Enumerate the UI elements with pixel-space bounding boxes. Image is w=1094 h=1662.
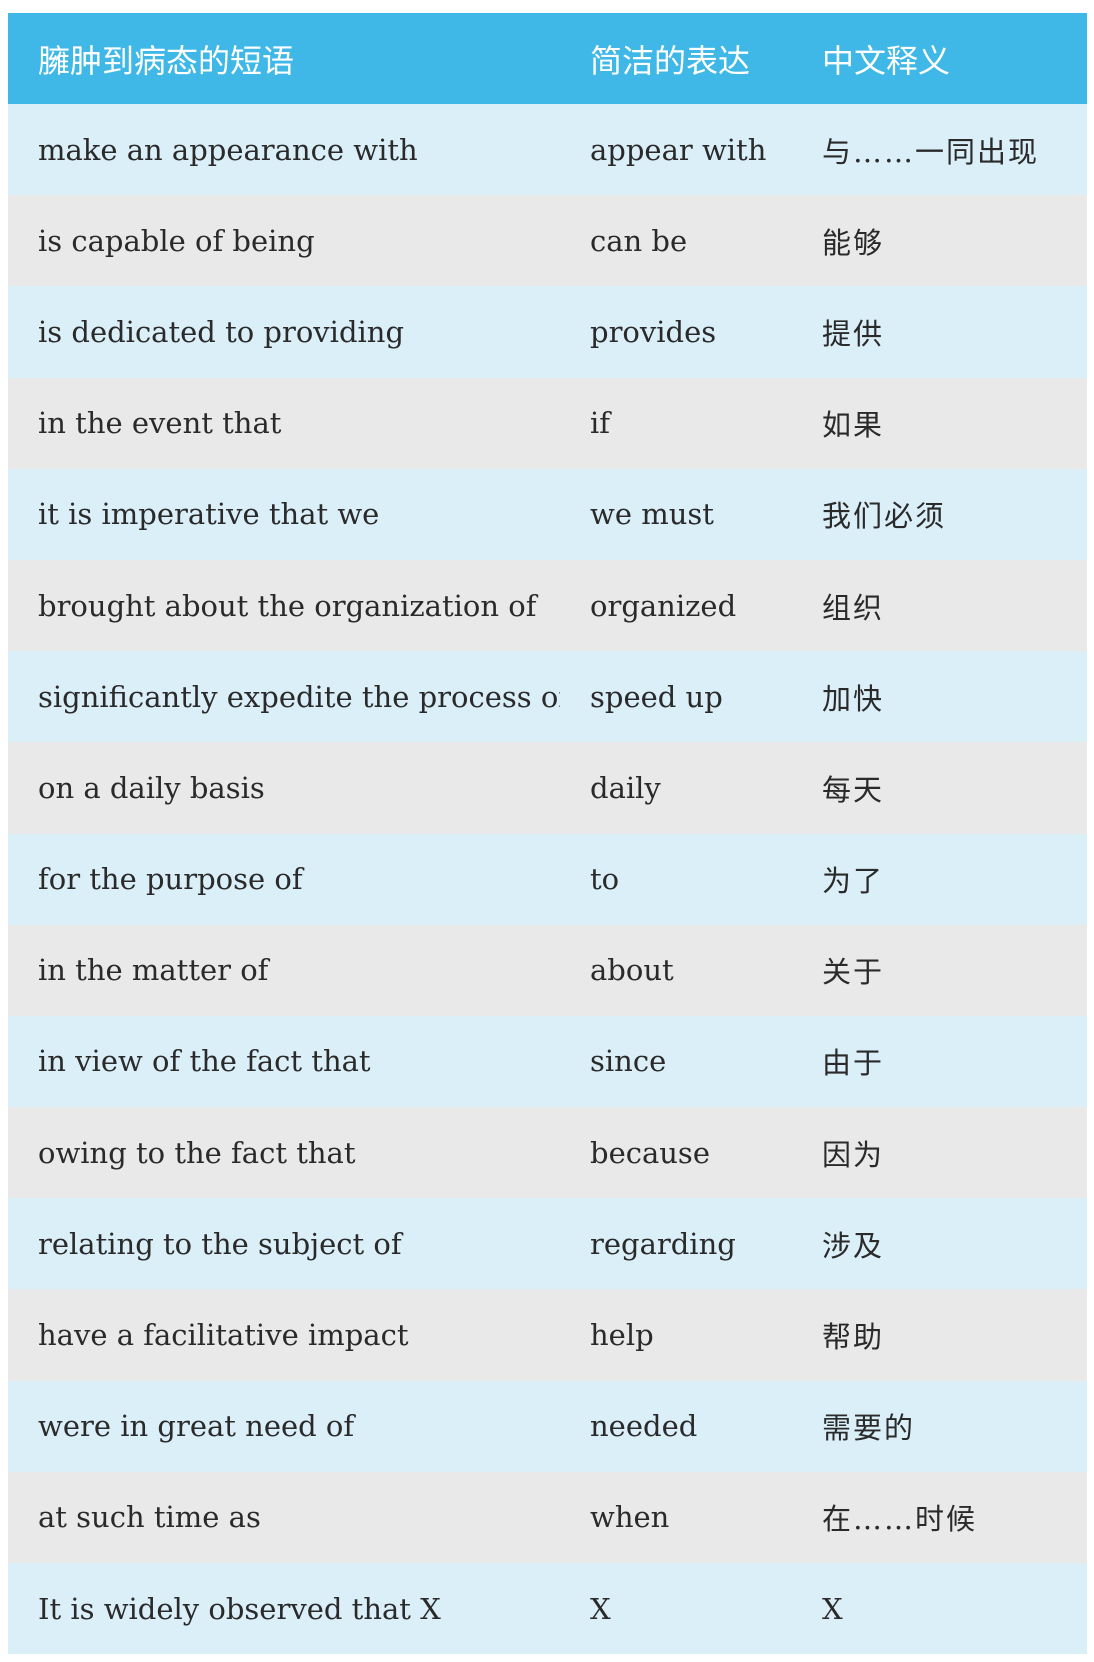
wordy-phrase-cell: significantly expedite the process of — [38, 679, 560, 714]
concise-cell: regarding — [590, 1226, 736, 1261]
table-row: on a daily basis daily 每天 — [8, 742, 1087, 834]
meaning-cell: 涉及 — [822, 1228, 885, 1263]
meaning-cell: 加快 — [822, 681, 885, 716]
wordy-phrase-cell: is capable of being — [38, 223, 315, 258]
concise-cell: organized — [590, 588, 737, 623]
wordy-phrase-cell: it is imperative that we — [38, 497, 380, 532]
wordy-phrase-cell: owing to the fact that — [38, 1135, 356, 1170]
wordy-phrase-cell: in view of the fact that — [38, 1044, 371, 1079]
wordy-phrase-cell: for the purpose of — [38, 862, 303, 897]
header-wordy-phrase: 臃肿到病态的短语 — [38, 41, 295, 80]
table-header: 臃肿到病态的短语 简洁的表达 中文释义 — [8, 13, 1087, 104]
table-row: in view of the fact that since 由于 — [8, 1015, 1087, 1108]
wordy-phrase-cell: in the event that — [38, 406, 282, 441]
header-chinese-meaning: 中文释义 — [822, 41, 951, 80]
meaning-cell: 组织 — [822, 590, 885, 625]
meaning-cell: 帮助 — [822, 1320, 885, 1355]
wordy-phrase-cell: is dedicated to providing — [38, 314, 405, 349]
meaning-cell: X — [822, 1591, 845, 1626]
table-body: make an appearance with appear with 与……一… — [8, 104, 1087, 1655]
table-row: It is widely observed that X X X — [8, 1563, 1087, 1655]
table-row: for the purpose of to 为了 — [8, 833, 1087, 925]
table-row: make an appearance with appear with 与……一… — [8, 104, 1087, 196]
wordy-phrase-cell: have a facilitative impact — [38, 1318, 409, 1353]
table-row: relating to the subject of regarding 涉及 — [8, 1198, 1087, 1290]
concise-cell: because — [590, 1135, 710, 1170]
concise-cell: needed — [590, 1409, 698, 1444]
table-row: in the matter of about 关于 — [8, 924, 1087, 1016]
phrase-table-container: 臃肿到病态的短语 简洁的表达 中文释义 make an appearance w… — [8, 13, 1087, 1655]
table-row: brought about the organization of organi… — [8, 559, 1087, 652]
table-row: in the event that if 如果 — [8, 377, 1087, 469]
wordy-phrase-cell: in the matter of — [38, 953, 269, 988]
concise-cell: daily — [590, 770, 661, 805]
table-row: were in great need of needed 需要的 — [8, 1380, 1087, 1472]
header-row: 臃肿到病态的短语 简洁的表达 中文释义 — [8, 13, 1087, 104]
concise-cell: when — [590, 1500, 670, 1535]
concise-cell: if — [590, 406, 611, 441]
concise-cell: provides — [590, 314, 717, 349]
concise-cell: help — [590, 1318, 654, 1353]
meaning-cell: 每天 — [822, 772, 885, 807]
table-row: it is imperative that we we must 我们必须 — [8, 468, 1087, 560]
wordy-phrase-cell: It is widely observed that X — [38, 1591, 441, 1626]
concise-cell: since — [590, 1044, 667, 1079]
table-row: is dedicated to providing provides 提供 — [8, 286, 1087, 378]
wordy-phrase-cell: at such time as — [38, 1500, 261, 1535]
concise-cell: we must — [590, 497, 714, 532]
concise-cell: about — [590, 953, 674, 988]
meaning-cell: 我们必须 — [822, 499, 947, 534]
concise-cell: speed up — [590, 679, 723, 714]
meaning-cell: 需要的 — [822, 1411, 916, 1446]
phrase-table: 臃肿到病态的短语 简洁的表达 中文释义 make an appearance w… — [8, 13, 1087, 1655]
table-row: is capable of being can be 能够 — [8, 195, 1087, 287]
meaning-cell: 提供 — [822, 316, 885, 351]
concise-cell: to — [590, 862, 620, 897]
meaning-cell: 为了 — [822, 864, 885, 899]
concise-cell: appear with — [590, 132, 767, 167]
wordy-phrase-cell: make an appearance with — [38, 132, 418, 167]
concise-cell: can be — [590, 223, 688, 258]
meaning-cell: 如果 — [822, 408, 885, 443]
meaning-cell: 关于 — [822, 955, 885, 990]
header-concise-expression: 简洁的表达 — [590, 41, 751, 80]
meaning-cell: 在……时候 — [822, 1502, 978, 1537]
table-row: owing to the fact that because 因为 — [8, 1107, 1087, 1199]
meaning-cell: 由于 — [822, 1046, 885, 1081]
wordy-phrase-cell: were in great need of — [38, 1409, 355, 1444]
wordy-phrase-cell: relating to the subject of — [38, 1226, 402, 1261]
table-row: significantly expedite the process of sp… — [8, 651, 1087, 743]
meaning-cell: 与……一同出现 — [822, 134, 1040, 169]
table-row: have a facilitative impact help 帮助 — [8, 1289, 1087, 1381]
meaning-cell: 能够 — [822, 225, 885, 260]
concise-cell: X — [590, 1591, 611, 1626]
table-row: at such time as when 在……时候 — [8, 1471, 1087, 1563]
wordy-phrase-cell: brought about the organization of — [38, 588, 537, 623]
wordy-phrase-cell: on a daily basis — [38, 770, 265, 805]
meaning-cell: 因为 — [822, 1137, 885, 1172]
